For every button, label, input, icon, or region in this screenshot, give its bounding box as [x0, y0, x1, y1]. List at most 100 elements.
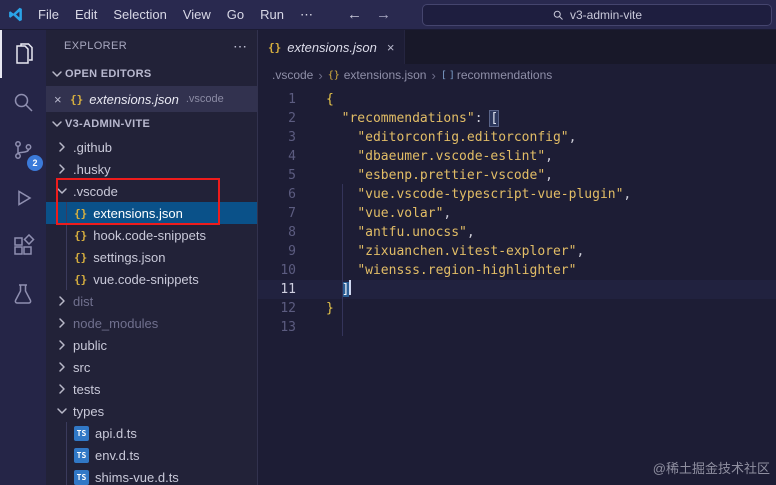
command-center-search[interactable]: v3-admin-vite — [422, 4, 772, 26]
extensions-icon[interactable] — [0, 222, 46, 270]
tree-item-vue-code-snippets[interactable]: {} vue.code-snippets — [46, 268, 257, 290]
file-tree: .github .husky .vscode {} extensions.json {} h… — [46, 136, 257, 485]
open-editors-label: OPEN EDITORS — [65, 68, 152, 80]
code-lines: 1{2 "recommendations": [3 "editorconfig.… — [258, 90, 776, 337]
breadcrumb-item[interactable]: .vscode — [272, 68, 313, 82]
menu-more[interactable]: ⋯ — [292, 0, 321, 30]
tree-item-env-d-ts[interactable]: TS env.d.ts — [46, 444, 257, 466]
tree-item-label: src — [73, 359, 91, 375]
json-file-icon: {} — [327, 69, 340, 81]
code-line-11[interactable]: 11 ] — [258, 280, 776, 299]
line-number: 9 — [288, 244, 296, 259]
json-file-icon: {} — [74, 272, 88, 286]
tree-item-hook-code-snippets[interactable]: {} hook.code-snippets — [46, 224, 257, 246]
forward-arrow-icon[interactable]: → — [376, 6, 391, 23]
testing-icon[interactable] — [0, 270, 46, 318]
code-line-5[interactable]: 5 "esbenp.prettier-vscode", — [258, 166, 776, 185]
code-text: "zixuanchen.vitest-explorer", — [357, 244, 585, 259]
chevron-separator-icon: › — [318, 67, 323, 83]
title-bar: File Edit Selection View Go Run ⋯ ← → v3-admi… — [0, 0, 776, 30]
tree-item-label: tests — [73, 381, 101, 397]
tree-item-dist[interactable]: dist — [46, 290, 257, 312]
line-number: 8 — [288, 225, 296, 240]
code-line-13[interactable]: 13 — [258, 318, 776, 337]
tree-item--vscode[interactable]: .vscode — [46, 180, 257, 202]
explorer-icon[interactable] — [0, 30, 46, 78]
tree-item-label: env.d.ts — [95, 447, 140, 463]
code-line-4[interactable]: 4 "dbaeumer.vscode-eslint", — [258, 147, 776, 166]
line-number: 2 — [288, 111, 296, 126]
tab-bar: {} extensions.json × — [258, 30, 776, 64]
chevron-right-icon — [54, 293, 70, 309]
indent-guide — [66, 202, 67, 224]
tab-label: extensions.json — [287, 39, 377, 55]
code-line-3[interactable]: 3 "editorconfig.editorconfig", — [258, 128, 776, 147]
line-number: 6 — [288, 187, 296, 202]
tree-item-tests[interactable]: tests — [46, 378, 257, 400]
tab-extensions-json[interactable]: {} extensions.json × — [258, 30, 406, 64]
menu-file[interactable]: File — [30, 0, 67, 30]
code-line-7[interactable]: 7 "vue.volar", — [258, 204, 776, 223]
breadcrumb-item[interactable]: [ ] recommendations — [441, 68, 552, 82]
chevron-down-icon — [49, 66, 65, 82]
tree-item-settings-json[interactable]: {} settings.json — [46, 246, 257, 268]
tree-item-src[interactable]: src — [46, 356, 257, 378]
open-editors-header[interactable]: OPEN EDITORS — [46, 62, 257, 86]
menu-bar: File Edit Selection View Go Run — [30, 0, 292, 29]
menu-go[interactable]: Go — [219, 0, 252, 30]
sidebar-more-actions[interactable]: ⋯ — [233, 38, 247, 55]
source-control-icon[interactable]: 2 — [0, 126, 46, 174]
line-number: 10 — [280, 263, 296, 278]
code-line-8[interactable]: 8 "antfu.unocss", — [258, 223, 776, 242]
indent-guide — [66, 224, 67, 246]
tree-item-types[interactable]: types — [46, 400, 257, 422]
code-text: ] — [341, 280, 352, 297]
back-arrow-icon[interactable]: ← — [347, 6, 362, 23]
tree-item-api-d-ts[interactable]: TS api.d.ts — [46, 422, 257, 444]
nav-arrows: ← → — [347, 6, 391, 23]
tree-item-label: .husky — [73, 161, 111, 177]
chevron-right-icon — [54, 139, 70, 155]
run-debug-icon[interactable] — [0, 174, 46, 222]
project-root-label: V3-ADMIN-VITE — [65, 118, 151, 130]
chevron-right-icon — [54, 161, 70, 177]
tree-item-extensions-json[interactable]: {} extensions.json — [46, 202, 257, 224]
tree-item-label: .vscode — [73, 183, 118, 199]
code-line-2[interactable]: 2 "recommendations": [ — [258, 109, 776, 128]
breadcrumb-item[interactable]: {} extensions.json — [328, 68, 427, 82]
indent-guide — [66, 246, 67, 268]
tree-item--github[interactable]: .github — [46, 136, 257, 158]
open-editor-extensions-json[interactable]: × {} extensions.json .vscode — [46, 86, 257, 112]
code-line-6[interactable]: 6 "vue.vscode-typescript-vue-plugin", — [258, 185, 776, 204]
line-number: 12 — [280, 301, 296, 316]
menu-edit[interactable]: Edit — [67, 0, 105, 30]
tree-item-node-modules[interactable]: node_modules — [46, 312, 257, 334]
search-activity-icon[interactable] — [0, 78, 46, 126]
menu-view[interactable]: View — [175, 0, 219, 30]
line-number: 5 — [288, 168, 296, 183]
array-symbol-icon: [ ] — [440, 69, 455, 81]
menu-selection[interactable]: Selection — [105, 0, 174, 30]
sidebar-header: EXPLORER ⋯ — [46, 30, 257, 62]
code-line-9[interactable]: 9 "zixuanchen.vitest-explorer", — [258, 242, 776, 261]
tab-close-icon[interactable]: × — [387, 40, 395, 55]
tree-item-shims-vue-d-ts[interactable]: TS shims-vue.d.ts — [46, 466, 257, 485]
tree-item-label: public — [73, 337, 107, 353]
code-text: "recommendations": [ — [341, 110, 500, 127]
chevron-down-icon — [54, 403, 70, 419]
code-editor[interactable]: 1{2 "recommendations": [3 "editorconfig.… — [258, 86, 776, 337]
vscode-logo-icon — [0, 6, 30, 23]
menu-run[interactable]: Run — [252, 0, 292, 30]
line-number: 3 — [288, 130, 296, 145]
text-cursor — [349, 280, 352, 295]
project-root-header[interactable]: V3-ADMIN-VITE — [46, 112, 257, 136]
code-line-12[interactable]: 12} — [258, 299, 776, 318]
tree-item--husky[interactable]: .husky — [46, 158, 257, 180]
open-editor-path: .vscode — [185, 93, 224, 105]
code-text: "vue.vscode-typescript-vue-plugin", — [357, 187, 632, 202]
line-number: 11 — [280, 282, 296, 297]
code-line-10[interactable]: 10 "wiensss.region-highlighter" — [258, 261, 776, 280]
tree-item-public[interactable]: public — [46, 334, 257, 356]
close-icon[interactable]: × — [54, 92, 70, 107]
code-line-1[interactable]: 1{ — [258, 90, 776, 109]
